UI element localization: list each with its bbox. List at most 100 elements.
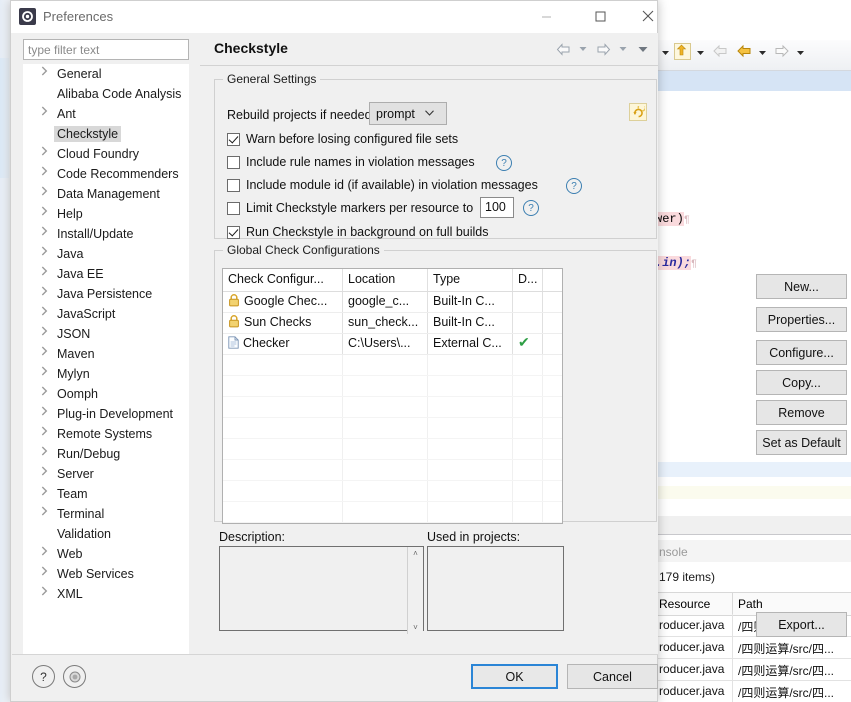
chevron-right-icon[interactable] [41, 384, 53, 404]
table-empty-row[interactable] [223, 355, 562, 376]
sidebar-item-plug-in-development[interactable]: Plug-in Development [23, 404, 189, 424]
include-module-id-checkbox[interactable] [227, 179, 240, 192]
used-in-projects-list[interactable] [427, 546, 564, 631]
table-row[interactable]: Checker C:\Users\... External C... ✔ [223, 334, 562, 355]
run-in-background-checkbox[interactable] [227, 226, 240, 239]
chevron-down-icon[interactable] [696, 46, 705, 60]
minimize-button[interactable] [523, 1, 569, 31]
sidebar-item-java-persistence[interactable]: Java Persistence [23, 284, 189, 304]
chevron-down-icon[interactable] [796, 46, 805, 60]
chevron-right-icon[interactable] [41, 564, 53, 584]
chevron-right-icon[interactable] [41, 144, 53, 164]
sidebar-item-cloud-foundry[interactable]: Cloud Foundry [23, 144, 189, 164]
table-row[interactable]: Google Chec... google_c... Built-In C... [223, 292, 562, 313]
sidebar-item-json[interactable]: JSON [23, 324, 189, 344]
chevron-right-icon[interactable] [41, 64, 53, 84]
check-configurations-table[interactable]: Check Configur... Location Type D... Goo [222, 268, 563, 524]
table-row[interactable]: roducer.java /四则运算/src/四... [656, 658, 851, 681]
chevron-right-icon[interactable] [41, 264, 53, 284]
table-empty-row[interactable] [223, 397, 562, 418]
minimized-view-tab[interactable] [0, 58, 9, 178]
chevron-right-icon[interactable] [41, 484, 53, 504]
column-header-check-configuration[interactable]: Check Configur... [223, 269, 343, 291]
configure-button[interactable]: Configure... [756, 340, 847, 365]
sidebar-item-xml[interactable]: XML [23, 584, 189, 604]
properties-button[interactable]: Properties... [756, 307, 847, 332]
ok-button[interactable]: OK [471, 664, 558, 689]
sidebar-item-checkstyle[interactable]: Checkstyle [23, 124, 189, 144]
sidebar-item-server[interactable]: Server [23, 464, 189, 484]
sidebar-item-install-update[interactable]: Install/Update [23, 224, 189, 244]
table-empty-row[interactable] [223, 376, 562, 397]
cancel-button[interactable]: Cancel [567, 664, 658, 689]
marker-limit-input[interactable]: 100 [480, 197, 514, 218]
table-empty-row[interactable] [223, 502, 562, 523]
close-button[interactable] [625, 1, 671, 31]
sidebar-item-data-management[interactable]: Data Management [23, 184, 189, 204]
chevron-right-icon[interactable] [41, 164, 53, 184]
sidebar-item-code-recommenders[interactable]: Code Recommenders [23, 164, 189, 184]
chevron-right-icon[interactable] [41, 404, 53, 424]
chevron-right-icon[interactable] [41, 544, 53, 564]
chevron-down-icon[interactable] [614, 39, 632, 59]
help-icon[interactable]: ? [496, 155, 512, 171]
refresh-icon[interactable] [629, 103, 647, 121]
sidebar-item-alibaba-code-analysis[interactable]: Alibaba Code Analysis [23, 84, 189, 104]
up-arrow-icon[interactable] [674, 43, 691, 63]
chevron-down-icon[interactable] [758, 46, 767, 60]
back-arrow-icon[interactable] [736, 44, 752, 61]
chevron-right-icon[interactable] [41, 204, 53, 224]
sidebar-item-java-ee[interactable]: Java EE [23, 264, 189, 284]
include-rule-names-checkbox[interactable] [227, 156, 240, 169]
new-button[interactable]: New... [756, 274, 847, 299]
back-arrow-icon[interactable] [554, 39, 572, 59]
warn-before-losing-checkbox[interactable] [227, 133, 240, 146]
column-header-default[interactable]: D... [513, 269, 543, 291]
chevron-right-icon[interactable] [41, 424, 53, 444]
export-button[interactable]: Export... [756, 612, 847, 637]
limit-markers-checkbox[interactable] [227, 202, 240, 215]
chevron-right-icon[interactable] [41, 244, 53, 264]
sidebar-item-javascript[interactable]: JavaScript [23, 304, 189, 324]
column-header-resource[interactable]: Resource [659, 597, 710, 611]
chevron-right-icon[interactable] [41, 464, 53, 484]
table-row[interactable]: Sun Checks sun_check... Built-In C... [223, 313, 562, 334]
chevron-down-icon[interactable] [574, 39, 592, 59]
chevron-right-icon[interactable] [41, 344, 53, 364]
maximize-button[interactable] [577, 1, 623, 31]
chevron-right-icon[interactable] [41, 444, 53, 464]
column-header-type[interactable]: Type [428, 269, 513, 291]
sidebar-item-web[interactable]: Web [23, 544, 189, 564]
sidebar-item-maven[interactable]: Maven [23, 344, 189, 364]
chevron-right-icon[interactable] [41, 324, 53, 344]
scroll-up-icon[interactable]: ˄ [413, 549, 418, 558]
sidebar-item-oomph[interactable]: Oomph [23, 384, 189, 404]
sidebar-item-general[interactable]: General [23, 64, 189, 84]
dialog-titlebar[interactable]: Preferences [11, 1, 657, 33]
table-row[interactable]: roducer.java /四则运算/src/四... [656, 680, 851, 702]
help-icon[interactable]: ? [566, 178, 582, 194]
chevron-right-icon[interactable] [41, 104, 53, 124]
set-as-default-button[interactable]: Set as Default [756, 430, 847, 455]
copy-button[interactable]: Copy... [756, 370, 847, 395]
sidebar-item-team[interactable]: Team [23, 484, 189, 504]
table-empty-row[interactable] [223, 481, 562, 502]
table-row[interactable]: roducer.java /四则运算/src/四... [656, 636, 851, 659]
sidebar-item-remote-systems[interactable]: Remote Systems [23, 424, 189, 444]
remove-button[interactable]: Remove [756, 400, 847, 425]
table-empty-row[interactable] [223, 418, 562, 439]
sidebar-item-validation[interactable]: Validation [23, 524, 189, 544]
chevron-right-icon[interactable] [41, 184, 53, 204]
apply-icon[interactable] [63, 665, 86, 688]
editor-tab-row[interactable] [656, 71, 851, 92]
sidebar-item-web-services[interactable]: Web Services [23, 564, 189, 584]
rebuild-select[interactable]: prompt [369, 102, 447, 125]
sidebar-item-ant[interactable]: Ant [23, 104, 189, 124]
sidebar-item-terminal[interactable]: Terminal [23, 504, 189, 524]
table-empty-row[interactable] [223, 523, 562, 524]
sidebar-item-help[interactable]: Help [23, 204, 189, 224]
forward-arrow-icon[interactable] [594, 39, 612, 59]
column-header-location[interactable]: Location [343, 269, 428, 291]
chevron-right-icon[interactable] [41, 224, 53, 244]
help-icon[interactable]: ? [523, 200, 539, 216]
